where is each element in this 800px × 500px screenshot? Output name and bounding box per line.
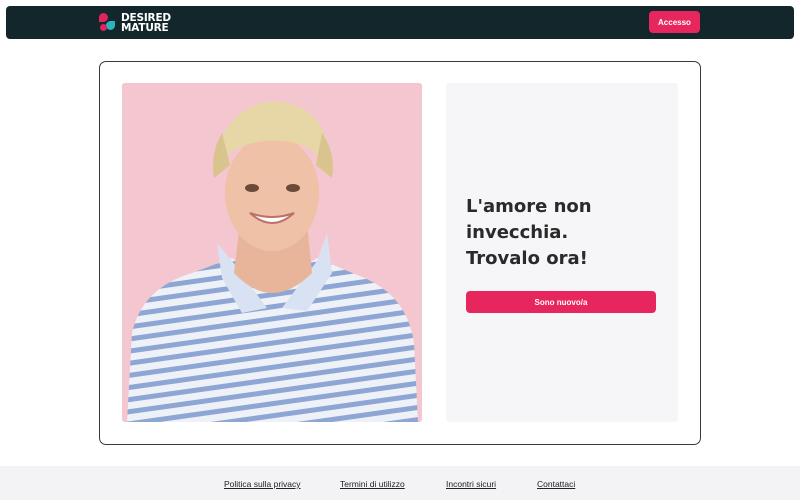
hero-photo (122, 83, 422, 422)
headline-line-3: Trovalo ora! (466, 248, 588, 269)
logo-petals-icon (99, 12, 119, 34)
signup-button[interactable]: Sono nuovo/a (466, 291, 656, 313)
footer-link-terms[interactable]: Termini di utilizzo (340, 479, 405, 489)
headline-line-2: invecchia. (466, 222, 569, 243)
login-button[interactable]: Accesso (649, 11, 700, 33)
hero-headline: L'amore non invecchia. Trovalo ora! (466, 194, 666, 272)
headline-line-1: L'amore non (466, 196, 592, 217)
footer-link-safe-dating[interactable]: Incontri sicuri (446, 479, 496, 489)
footer-link-privacy[interactable]: Politica sulla privacy (224, 479, 301, 489)
top-navbar: DESIRED MATURE Accesso (6, 6, 794, 39)
footer-link-contact[interactable]: Contattaci (537, 479, 575, 489)
woman-portrait-image (122, 83, 422, 422)
footer: Politica sulla privacy Termini di utiliz… (0, 466, 800, 500)
logo-text: DESIRED MATURE (121, 13, 171, 34)
site-logo[interactable]: DESIRED MATURE (99, 11, 171, 35)
logo-line-2: MATURE (121, 22, 169, 34)
